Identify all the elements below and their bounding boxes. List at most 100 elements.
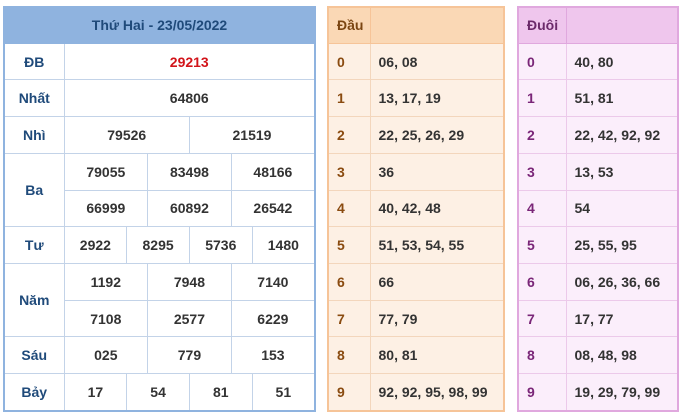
prize-label-bay: Bảy [3,373,65,412]
prize-value-nam-6: 6229 [230,299,316,338]
tail-digit: 3 [517,152,567,191]
head-numbers: 51, 53, 54, 55 [369,226,505,265]
head-row: 4 40, 42, 48 [327,189,505,228]
prize-row-nam-1: Năm 1192 7948 7140 [3,263,316,338]
head-numbers: 36 [369,152,505,191]
prize-row-ba-1: Ba 79055 83498 48166 [3,152,316,228]
tail-row: 8 08, 48, 98 [517,336,679,375]
prize-value-nam-4: 7108 [63,299,149,338]
lottery-results-table: Thứ Hai - 23/05/2022 ĐB 29213 Nhất 64806… [3,6,316,412]
head-digit: 8 [327,336,371,375]
prize-value-bay-1: 17 [63,373,128,412]
prize-row-bay: Bảy 17 54 81 51 [3,373,316,412]
head-digit: 6 [327,263,371,301]
prize-value-nam-1: 1192 [63,263,149,301]
head-numbers: 92, 92, 95, 98, 99 [369,373,505,412]
prize-label-nam: Năm [3,263,65,338]
head-row: 9 92, 92, 95, 98, 99 [327,373,505,412]
tail-row: 7 17, 77 [517,299,679,338]
head-numbers: 77, 79 [369,299,505,338]
results-date-title: Thứ Hai - 23/05/2022 [3,6,316,44]
tail-numbers: 40, 80 [565,42,679,81]
prize-row-db: ĐB 29213 [3,42,316,81]
prize-row-tu: Tư 2922 8295 5736 1480 [3,226,316,265]
prize-label-nhi: Nhì [3,116,65,154]
head-numbers: 22, 25, 26, 29 [369,116,505,154]
prize-value-sau-1: 025 [63,336,149,375]
tail-digit-table: Đuôi 0 40, 80 1 51, 81 2 22, 42, 92, 92 3 13, 5… [517,6,679,412]
head-numbers: 80, 81 [369,336,505,375]
prize-label-nhat: Nhất [3,79,65,118]
tail-numbers: 51, 81 [565,79,679,118]
prize-value-sau-3: 153 [230,336,316,375]
results-header-row: Thứ Hai - 23/05/2022 [3,6,316,44]
head-digit: 1 [327,79,371,118]
prize-value-bay-2: 54 [126,373,190,412]
prize-value-tu-1: 2922 [63,226,128,265]
prize-value-nam-3: 7140 [230,263,316,301]
prize-value-ba-6: 26542 [230,189,316,228]
prize-label-sau: Sáu [3,336,65,375]
tail-rows: 0 40, 80 1 51, 81 2 22, 42, 92, 92 3 13, 53 4 54 5… [517,42,679,412]
prize-value-bay-4: 51 [251,373,316,412]
head-row: 6 66 [327,263,505,301]
tail-digit: 1 [517,79,567,118]
tail-numbers: 54 [565,189,679,228]
prize-label-ba: Ba [3,152,65,228]
tail-row: 6 06, 26, 36, 66 [517,263,679,301]
tail-header-label: Đuôi [517,6,567,44]
head-row: 0 06, 08 [327,42,505,81]
tail-row: 2 22, 42, 92, 92 [517,116,679,154]
head-numbers: 06, 08 [369,42,505,81]
tail-digit: 4 [517,189,567,228]
tail-numbers: 22, 42, 92, 92 [565,116,679,154]
prize-value-nhat: 64806 [63,79,316,118]
tail-numbers: 08, 48, 98 [565,336,679,375]
prize-value-ba-3: 48166 [230,152,316,191]
prize-value-tu-3: 5736 [188,226,253,265]
head-row: 1 13, 17, 19 [327,79,505,118]
head-header-label: Đầu [327,6,371,44]
head-row: 5 51, 53, 54, 55 [327,226,505,265]
prize-row-nhi: Nhì 79526 21519 [3,116,316,154]
tail-row: 0 40, 80 [517,42,679,81]
tail-row: 1 51, 81 [517,79,679,118]
head-rows: 0 06, 08 1 13, 17, 19 2 22, 25, 26, 29 3 36 4 40,… [327,42,505,412]
tail-header-blank [565,6,679,44]
tail-numbers: 13, 53 [565,152,679,191]
head-row: 8 80, 81 [327,336,505,375]
head-header-blank [369,6,505,44]
head-row: 2 22, 25, 26, 29 [327,116,505,154]
tail-digit: 9 [517,373,567,412]
head-digit: 3 [327,152,371,191]
prize-value-nhi-1: 79526 [63,116,190,154]
prize-value-tu-2: 8295 [126,226,190,265]
head-digit-table: Đầu 0 06, 08 1 13, 17, 19 2 22, 25, 26, 29 3 36… [327,6,505,412]
tail-numbers: 19, 29, 79, 99 [565,373,679,412]
prize-value-db: 29213 [63,42,316,81]
tail-digit: 7 [517,299,567,338]
prize-row-sau: Sáu 025 779 153 [3,336,316,375]
tail-digit: 5 [517,226,567,265]
tail-row: 9 19, 29, 79, 99 [517,373,679,412]
tail-row: 4 54 [517,189,679,228]
head-digit: 9 [327,373,371,412]
tail-row: 5 25, 55, 95 [517,226,679,265]
prize-value-nhi-2: 21519 [188,116,316,154]
prize-label-tu: Tư [3,226,65,265]
tail-digit: 0 [517,42,567,81]
head-digit: 0 [327,42,371,81]
prize-value-ba-4: 66999 [63,189,149,228]
head-numbers: 40, 42, 48 [369,189,505,228]
head-digit: 2 [327,116,371,154]
tail-numbers: 06, 26, 36, 66 [565,263,679,301]
prize-value-tu-4: 1480 [251,226,316,265]
tail-numbers: 17, 77 [565,299,679,338]
prize-value-nam-5: 2577 [147,299,232,338]
prize-value-ba-1: 79055 [63,152,149,191]
prize-value-ba-5: 60892 [147,189,232,228]
head-header-row: Đầu [327,6,505,44]
prize-row-nhat: Nhất 64806 [3,79,316,118]
tail-numbers: 25, 55, 95 [565,226,679,265]
head-digit: 5 [327,226,371,265]
